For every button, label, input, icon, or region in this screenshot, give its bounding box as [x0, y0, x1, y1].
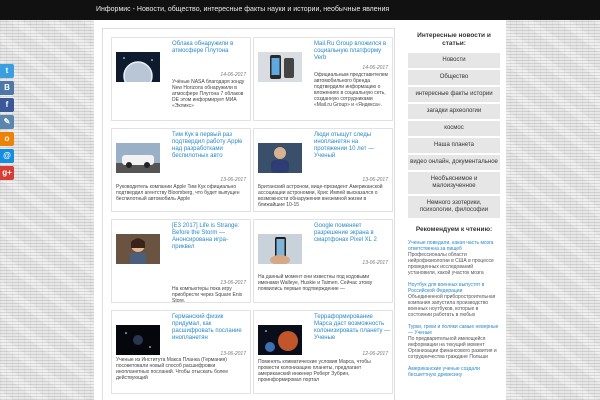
- article-date: 13-06-2017: [362, 260, 388, 266]
- article-card[interactable]: Германский физик придумал, как расшифров…: [111, 310, 251, 394]
- sidebar-heading: Интересные новости и статьи:: [417, 32, 491, 47]
- person-image-icon: [258, 143, 302, 173]
- sidebar-item-news[interactable]: Новости: [408, 53, 500, 70]
- article-excerpt: На компьютеры пока игру приобрести через…: [172, 286, 243, 303]
- article-thumbnail[interactable]: [258, 325, 302, 355]
- article-excerpt: Учёные NASA благодаря зонду New Horizons…: [172, 79, 245, 109]
- google-plus-icon[interactable]: g+: [0, 166, 14, 180]
- article-title[interactable]: Германский физик придумал, как расшифров…: [172, 314, 250, 342]
- facebook-icon[interactable]: f: [0, 98, 14, 112]
- article-thumbnail[interactable]: [116, 143, 160, 173]
- article-title[interactable]: Тим Кук в первый раз подтвердил работу A…: [172, 132, 250, 160]
- recommended-link[interactable]: Американские ученые создали бесшеттную д…: [408, 366, 500, 378]
- article-card[interactable]: [E3 2017] Life is Strange: Before the St…: [111, 219, 251, 303]
- recommended-item: Турки, греки и поляки самые неверные — У…: [408, 324, 500, 360]
- article-date: 13-06-2017: [220, 177, 246, 183]
- mars-image-icon: [258, 325, 302, 355]
- article-excerpt: Руководитель компании Apple Тим Кук офиц…: [116, 184, 240, 202]
- sidebar-item-history-facts[interactable]: интересные факты истории: [408, 87, 500, 104]
- article-thumbnail[interactable]: [258, 234, 302, 264]
- article-excerpt: На данный момент они известны под кодовы…: [258, 274, 373, 292]
- article-title[interactable]: Терраформирование Марса даст возможность…: [314, 314, 392, 342]
- article-card[interactable]: Тим Кук в первый раз подтвердил работу A…: [111, 128, 251, 212]
- article-thumbnail[interactable]: [258, 143, 302, 173]
- article-thumbnail[interactable]: [116, 325, 160, 355]
- hand-phone-image-icon: [258, 234, 302, 264]
- page-content: Облака обнаружили в атмосфере Плутона 14…: [94, 20, 506, 400]
- article-thumbnail[interactable]: [116, 52, 160, 82]
- articles-grid: Облака обнаружили в атмосфере Плутона 14…: [102, 28, 395, 400]
- article-thumbnail[interactable]: [258, 52, 302, 82]
- recommended-link[interactable]: Турки, греки и поляки самые неверные — У…: [408, 324, 500, 336]
- article-excerpt: Поменять климатические условия Марса, чт…: [258, 359, 371, 383]
- article-excerpt: Официальным представителем автомобильног…: [314, 72, 388, 108]
- livejournal-icon[interactable]: ✎: [0, 115, 14, 129]
- article-title[interactable]: [E3 2017] Life is Strange: Before the St…: [172, 223, 250, 251]
- recommended-item: Ученые поведали, какая часть мозга ответ…: [408, 240, 500, 276]
- planet-image-icon: [116, 52, 160, 82]
- sidebar-item-unexplained[interactable]: Необъяснимое и малоизученное: [408, 172, 500, 196]
- article-date: 14-06-2017: [220, 72, 246, 78]
- article-card[interactable]: Mail.Ru Group вложился в социальную плат…: [253, 37, 393, 121]
- vk-icon[interactable]: В: [0, 81, 14, 95]
- sidebar-item-society[interactable]: Общество: [408, 70, 500, 87]
- article-title[interactable]: Облака обнаружили в атмосфере Плутона: [172, 41, 250, 55]
- twitter-icon[interactable]: t: [0, 64, 14, 78]
- sidebar-item-our-planet[interactable]: Наша планета: [408, 138, 500, 155]
- article-card[interactable]: Люди отыщут следы инопланетян на протяже…: [253, 128, 393, 212]
- article-title[interactable]: Mail.Ru Group вложился в социальную плат…: [314, 41, 392, 62]
- recommended-text: Объединенной приборостроительная компани…: [408, 294, 496, 318]
- sidebar-item-video[interactable]: видео онлайн, документальное: [408, 155, 500, 172]
- article-card[interactable]: Google поменяет разрешение экрана в смар…: [253, 219, 393, 303]
- recommended-item: Американские ученые создали бесшеттную д…: [408, 366, 500, 378]
- phone-image-icon: [258, 52, 302, 82]
- mailru-icon[interactable]: @: [0, 149, 14, 163]
- sidebar: Интересные новости и статьи: Новости Общ…: [408, 28, 500, 400]
- recommended-text: Профессионалы области нейрофизиологии в …: [408, 252, 494, 276]
- recommended-link[interactable]: Ученые поведали, какая часть мозга ответ…: [408, 240, 500, 252]
- odnoklassniki-icon[interactable]: о: [0, 132, 14, 146]
- recommended-link[interactable]: Ноутбук для военных выпустят в Российско…: [408, 282, 500, 294]
- car-image-icon: [116, 143, 160, 173]
- article-thumbnail[interactable]: [116, 234, 160, 264]
- recommended-heading: Рекомендуем к чтению:: [415, 226, 493, 233]
- game-character-image-icon: [116, 234, 160, 264]
- article-card[interactable]: Терраформирование Марса даст возможность…: [253, 310, 393, 394]
- article-date: 13-06-2017: [362, 177, 388, 183]
- article-card[interactable]: Облака обнаружили в атмосфере Плутона 14…: [111, 37, 251, 121]
- dark-space-image-icon: [116, 325, 160, 355]
- article-title[interactable]: Люди отыщут следы инопланетян на протяже…: [314, 132, 392, 160]
- article-date: 12-06-2017: [362, 351, 388, 357]
- recommended-item: Ноутбук для военных выпустят в Российско…: [408, 282, 500, 318]
- sidebar-item-esoterics[interactable]: Немного эзотерики, психологии, философии: [408, 196, 500, 220]
- article-excerpt: Ученые из Института Макса Планка (Герман…: [116, 357, 228, 381]
- article-title[interactable]: Google поменяет разрешение экрана в смар…: [314, 223, 392, 244]
- top-bar: Информис - Новости, общество, интересные…: [0, 0, 600, 20]
- social-share-bar: t В f ✎ о @ g+: [0, 64, 14, 183]
- article-excerpt: Британский астроном, вице-президент Амер…: [258, 184, 383, 208]
- site-title[interactable]: Информис - Новости, общество, интересные…: [96, 6, 389, 13]
- sidebar-item-space[interactable]: космос: [408, 121, 500, 138]
- recommended-text: По предварительной имеющейся информации …: [408, 336, 497, 360]
- article-date: 14-06-2017: [362, 65, 388, 71]
- sidebar-item-archaeology[interactable]: загадки археологии: [408, 104, 500, 121]
